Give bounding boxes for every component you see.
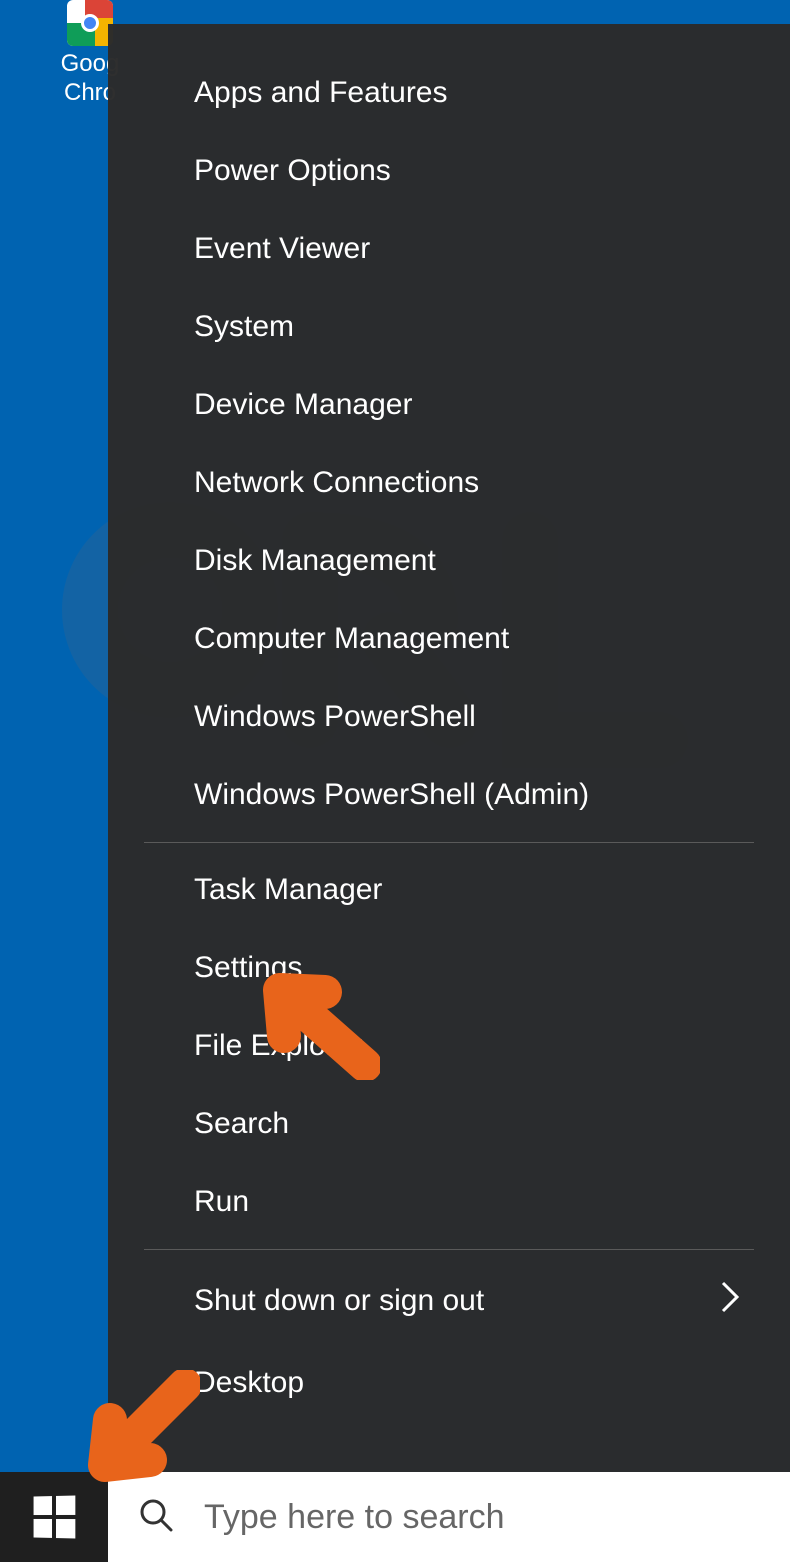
- menu-item-label: Shut down or sign out: [194, 1284, 484, 1318]
- menu-item-label: System: [194, 310, 294, 344]
- menu-item-run[interactable]: Run: [108, 1163, 790, 1241]
- menu-item-label: Network Connections: [194, 466, 479, 500]
- menu-item-power-options[interactable]: Power Options: [108, 132, 790, 210]
- menu-item-network-connections[interactable]: Network Connections: [108, 444, 790, 522]
- menu-separator: [144, 1249, 754, 1250]
- menu-item-task-manager[interactable]: Task Manager: [108, 851, 790, 929]
- taskbar: [0, 1472, 790, 1562]
- windows-logo-icon: [34, 1496, 76, 1539]
- menu-item-label: Windows PowerShell: [194, 700, 476, 734]
- taskbar-search-box[interactable]: [108, 1472, 790, 1562]
- menu-item-label: Settings: [194, 951, 302, 985]
- menu-item-label: Task Manager: [194, 873, 382, 907]
- menu-item-label: Device Manager: [194, 388, 412, 422]
- menu-item-label: Run: [194, 1185, 249, 1219]
- menu-separator: [144, 842, 754, 843]
- menu-item-label: Windows PowerShell (Admin): [194, 778, 589, 812]
- chevron-right-icon: [720, 1280, 740, 1322]
- menu-item-event-viewer[interactable]: Event Viewer: [108, 210, 790, 288]
- menu-item-label: Event Viewer: [194, 232, 370, 266]
- menu-item-label: Power Options: [194, 154, 391, 188]
- menu-item-label: Computer Management: [194, 622, 509, 656]
- menu-item-device-manager[interactable]: Device Manager: [108, 366, 790, 444]
- menu-item-desktop[interactable]: Desktop: [108, 1344, 790, 1422]
- search-icon: [138, 1497, 174, 1538]
- menu-item-label: Search: [194, 1107, 289, 1141]
- menu-item-label: Apps and Features: [194, 76, 448, 110]
- menu-item-windows-powershell[interactable]: Windows PowerShell: [108, 678, 790, 756]
- menu-item-label: File Explorer: [194, 1029, 362, 1063]
- search-input[interactable]: [204, 1498, 760, 1537]
- menu-item-disk-management[interactable]: Disk Management: [108, 522, 790, 600]
- menu-item-label: Desktop: [194, 1366, 304, 1400]
- menu-item-file-explorer[interactable]: File Explorer: [108, 1007, 790, 1085]
- menu-item-apps-and-features[interactable]: Apps and Features: [108, 54, 790, 132]
- winx-context-menu: Apps and Features Power Options Event Vi…: [108, 24, 790, 1472]
- menu-item-label: Disk Management: [194, 544, 436, 578]
- menu-item-computer-management[interactable]: Computer Management: [108, 600, 790, 678]
- menu-item-windows-powershell-admin[interactable]: Windows PowerShell (Admin): [108, 756, 790, 834]
- menu-item-settings[interactable]: Settings: [108, 929, 790, 1007]
- start-button[interactable]: [0, 1472, 108, 1562]
- chrome-icon: [67, 0, 113, 46]
- menu-item-shutdown-signout[interactable]: Shut down or sign out: [108, 1258, 790, 1344]
- menu-item-system[interactable]: System: [108, 288, 790, 366]
- menu-item-search[interactable]: Search: [108, 1085, 790, 1163]
